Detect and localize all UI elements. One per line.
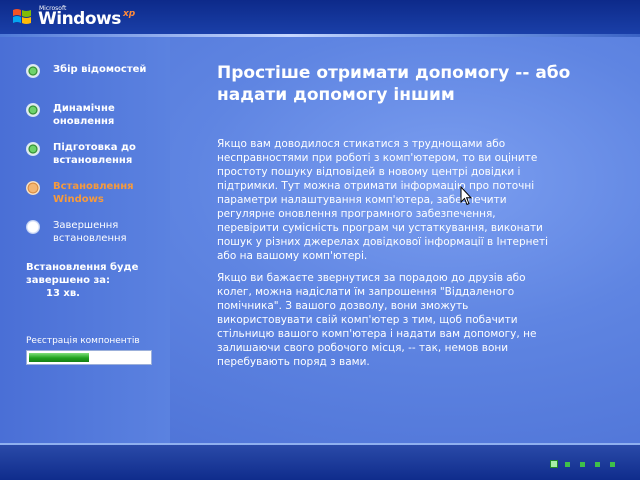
logo-product: Windows — [38, 9, 121, 29]
slideshow-indicator — [550, 460, 620, 470]
slide-dot-3 — [580, 462, 585, 467]
time-remaining-label: Встановлення буде завершено за: — [26, 262, 139, 286]
step-label: Встановлення Windows — [53, 181, 134, 205]
check-dot-icon — [26, 103, 40, 117]
description-paragraph-1: Якщо вам доводилося стикатися з трудноща… — [217, 138, 549, 262]
description-paragraph-2: Якщо ви бажаєте звернутися за порадою до… — [217, 272, 537, 368]
footer-bar — [0, 445, 640, 480]
logo-edition: xp — [123, 9, 136, 19]
check-dot-icon — [26, 64, 40, 78]
progress-bar-fill — [29, 353, 89, 362]
slide-dot-5 — [610, 462, 615, 467]
time-remaining: Встановлення буде завершено за: 13 хв. — [26, 261, 156, 300]
step-label: Завершення встановлення — [53, 220, 127, 244]
step-label: Динамічне оновлення — [53, 103, 115, 127]
slide-dot-2 — [565, 462, 570, 467]
pending-dot-icon — [26, 220, 40, 234]
check-dot-icon — [26, 142, 40, 156]
page-title: Простіше отримати допомогу -- або надати… — [217, 63, 571, 105]
time-remaining-value: 13 хв. — [46, 288, 80, 299]
slide-dot-4 — [595, 462, 600, 467]
windows-xp-logo: Microsoft Windows xp — [12, 3, 142, 31]
progress-status-label: Реєстрація компонентів — [26, 336, 140, 346]
slide-dot-1 — [550, 460, 558, 468]
title-bar: Microsoft Windows xp — [0, 0, 640, 34]
windows-flag-icon — [13, 9, 31, 24]
progress-bar — [26, 350, 152, 365]
current-dot-icon — [26, 181, 40, 195]
step-label: Підготовка до встановлення — [53, 142, 136, 166]
mouse-pointer-icon — [460, 186, 472, 206]
step-label: Збір відомостей — [53, 64, 147, 75]
